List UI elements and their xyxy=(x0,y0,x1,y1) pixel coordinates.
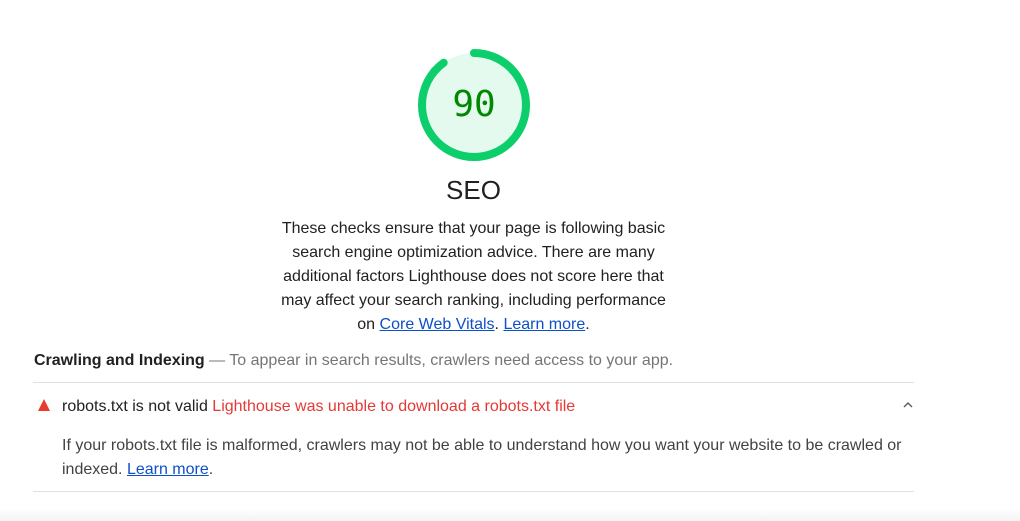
audit-description: If your robots.txt file is malformed, cr… xyxy=(62,434,914,482)
audit-detail-end: . xyxy=(208,461,214,478)
group-description: — To appear in search results, crawlers … xyxy=(204,352,674,369)
divider-top xyxy=(33,382,914,383)
seo-report-page: 90 SEO These checks ensure that your pag… xyxy=(0,0,1020,521)
divider-bottom xyxy=(33,491,914,492)
audit-robots-txt[interactable]: robots.txt is not valid Lighthouse was u… xyxy=(33,393,914,419)
audit-title: robots.txt is not valid xyxy=(62,398,208,415)
chevron-up-icon[interactable] xyxy=(902,399,914,411)
fail-triangle-icon xyxy=(38,399,50,411)
category-title: SEO xyxy=(446,175,501,205)
category-description: These checks ensure that your page is fo… xyxy=(276,217,671,337)
description-end: . xyxy=(585,316,590,333)
group-header: Crawling and Indexing — To appear in sea… xyxy=(34,351,673,371)
audit-header-text: robots.txt is not valid Lighthouse was u… xyxy=(62,397,575,417)
core-web-vitals-link[interactable]: Core Web Vitals xyxy=(380,316,495,333)
group-title: Crawling and Indexing xyxy=(34,352,205,369)
bottom-edge xyxy=(0,508,1020,521)
score-value: 90 xyxy=(452,84,496,125)
audit-learn-more-link[interactable]: Learn more xyxy=(127,461,209,478)
learn-more-link[interactable]: Learn more xyxy=(503,316,585,333)
score-gauge[interactable]: 90 xyxy=(416,47,532,163)
audit-display-value: Lighthouse was unable to download a robo… xyxy=(212,398,576,415)
